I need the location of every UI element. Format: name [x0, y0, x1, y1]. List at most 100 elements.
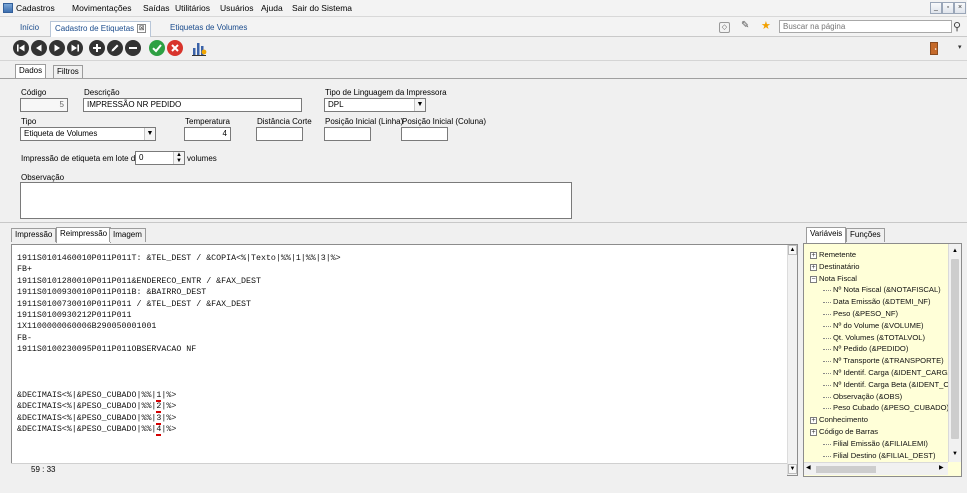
previous-record-icon[interactable] [31, 40, 47, 56]
distancia-field[interactable] [256, 127, 303, 141]
first-record-icon[interactable] [13, 40, 29, 56]
menu-usuarios[interactable]: Usuários [220, 3, 254, 13]
tree-variable-item[interactable]: Filial Emissão (&FILIALEMI) [833, 439, 928, 448]
code-line: 1X1100000060006B290050001001 [17, 322, 157, 332]
tree-variable-item[interactable]: Filial Destino (&FILIAL_DEST) [833, 451, 936, 460]
tree-group-item[interactable]: Destinatário [819, 262, 860, 271]
tree-group-item[interactable]: Conhecimento [819, 415, 868, 424]
menu-saidas[interactable]: Saídas [143, 3, 169, 13]
tab-dados[interactable]: Dados [15, 64, 47, 79]
tab-funcoes[interactable]: Funções [846, 228, 885, 242]
restore-button[interactable]: ▫ [942, 2, 954, 14]
last-record-icon[interactable] [67, 40, 83, 56]
tab-inicio[interactable]: Início [16, 21, 43, 37]
tree-expander-icon[interactable]: + [810, 252, 817, 259]
scroll-down-icon[interactable]: ▼ [788, 464, 797, 474]
tab-variaveis[interactable]: Variáveis [806, 227, 847, 243]
tree-group-item[interactable]: Nota Fiscal [819, 274, 857, 283]
tree-variable-item[interactable]: Nº do Volume (&VOLUME) [833, 321, 924, 330]
favorite-star-icon[interactable]: ★ [761, 19, 771, 32]
linguagem-select[interactable]: DPL ▼ [324, 98, 426, 112]
menu-ajuda[interactable]: Ajuda [261, 3, 283, 13]
pin-icon[interactable]: ✎ [741, 20, 749, 31]
code-line: 1911S0101280010P011P011&ENDERECO_ENTR / … [17, 276, 261, 286]
hscroll-thumb[interactable] [816, 466, 876, 473]
tab-cadastro-label: Cadastro de Etiquetas [55, 24, 135, 33]
variables-horizontal-scrollbar[interactable]: ◀ ▶ [804, 462, 948, 475]
next-record-icon[interactable] [49, 40, 65, 56]
tree-variable-item[interactable]: Qt. Volumes (&TOTALVOL) [833, 333, 925, 342]
tree-variable-item[interactable]: Nº Nota Fiscal (&NOTAFISCAL) [833, 285, 941, 294]
tab-impressao[interactable]: Impressão [11, 228, 57, 242]
tree-group-item[interactable]: Remetente [819, 250, 856, 259]
tree-connector [823, 385, 831, 386]
codigo-field[interactable]: 5 [20, 98, 68, 112]
temperatura-field[interactable]: 4 [184, 127, 231, 141]
exit-door-icon[interactable] [926, 40, 942, 56]
tab-reimpressao[interactable]: Reimpressão [56, 227, 112, 243]
code-line-decimal: &DECIMAIS<%|&PESO_CUBADO|%%|4|%> [17, 425, 177, 437]
tree-variable-item[interactable]: Peso Cubado (&PESO_CUBADO) [833, 403, 949, 412]
tree-variable-item[interactable]: Nº Pedido (&PEDIDO) [833, 344, 908, 353]
tree-expander-icon[interactable]: + [810, 264, 817, 271]
code-content[interactable]: 1911S0101460010P011P011T: &TEL_DEST / &C… [17, 253, 341, 437]
code-line: 1911S0100930212P011P011 [17, 311, 132, 321]
descricao-field[interactable]: IMPRESSÃO NR PEDIDO [83, 98, 302, 112]
chevron-down-icon: ▼ [414, 99, 425, 111]
scroll-left-icon[interactable]: ◀ [806, 464, 811, 471]
tree-expander-icon[interactable]: + [810, 429, 817, 436]
search-icon[interactable]: ⚲ [953, 20, 961, 33]
report-chart-icon[interactable] [191, 40, 207, 56]
tree-group-item[interactable]: Código de Barras [819, 427, 878, 436]
menu-movimentacoes[interactable]: Movimentações [72, 3, 132, 13]
scroll-down-icon[interactable]: ▼ [950, 449, 960, 459]
tab-imagem[interactable]: Imagem [109, 228, 146, 242]
scroll-right-icon[interactable]: ▶ [939, 464, 944, 471]
posicao-coluna-field[interactable] [401, 127, 448, 141]
spinner-arrows-icon[interactable]: ▲ ▼ [173, 152, 184, 164]
menu-utilitarios[interactable]: Utilitários [175, 3, 210, 13]
tree-expander-icon[interactable]: − [810, 276, 817, 283]
posicao-linha-field[interactable] [324, 127, 371, 141]
scroll-thumb[interactable] [951, 259, 959, 439]
lote-spinner[interactable]: 0 ▲ ▼ [135, 151, 185, 165]
scroll-up-icon[interactable]: ▲ [950, 246, 960, 256]
tab-filtros[interactable]: Filtros [53, 65, 83, 79]
tree-connector [823, 373, 831, 374]
tree-variable-item[interactable]: Nº Identif. Carga (&IDENT_CARGA [833, 368, 953, 377]
menu-bar: Cadastros Movimentações Saídas Utilitári… [0, 0, 967, 17]
minimize-button[interactable]: _ [930, 2, 942, 14]
app-icon [3, 3, 13, 13]
posicao-coluna-label: Posição Inicial (Coluna) [402, 117, 487, 126]
record-toolbar: ▾ [0, 37, 967, 61]
search-input[interactable] [779, 20, 952, 33]
tree-variable-item[interactable]: Nº Identif. Carga Beta (&IDENT_C [833, 380, 949, 389]
dropdown-icon[interactable]: ◇ [719, 22, 730, 33]
menu-cadastros[interactable]: Cadastros [16, 3, 55, 13]
tipo-select[interactable]: Etiqueta de Volumes ▼ [20, 127, 156, 141]
tab-cadastro-etiquetas[interactable]: Cadastro de Etiquetas ⊠ [50, 21, 152, 37]
delete-record-icon[interactable] [125, 40, 141, 56]
distancia-label: Distância Corte [257, 117, 312, 126]
tree-variable-item[interactable]: Peso (&PESO_NF) [833, 309, 898, 318]
tree-expander-icon[interactable]: + [810, 417, 817, 424]
tree-variable-item[interactable]: Observação (&OBS) [833, 392, 902, 401]
observacao-textarea[interactable] [20, 182, 572, 219]
scroll-up-icon[interactable]: ▲ [788, 245, 797, 255]
menu-sair[interactable]: Sair do Sistema [292, 3, 352, 13]
close-window-button[interactable]: × [954, 2, 966, 14]
tab-etiquetas-volumes[interactable]: Etiquetas de Volumes [166, 21, 251, 37]
variables-vertical-scrollbar[interactable]: ▲ ▼ [948, 244, 961, 462]
code-vertical-scrollbar[interactable]: ▲ ▼ [787, 245, 797, 475]
code-line: 1911S0100230095P011P011OBSERVACAO NF [17, 345, 197, 355]
confirm-icon[interactable] [149, 40, 165, 56]
tree-variable-item[interactable]: Data Emissão (&DTEMI_NF) [833, 297, 930, 306]
cancel-icon[interactable] [167, 40, 183, 56]
edit-record-icon[interactable] [107, 40, 123, 56]
toolbar-overflow-icon[interactable]: ▾ [958, 43, 962, 51]
tree-connector [823, 397, 831, 398]
posicao-linha-label: Posição Inicial (Linha) [325, 117, 404, 126]
add-record-icon[interactable] [89, 40, 105, 56]
tree-variable-item[interactable]: Nº Transporte (&TRANSPORTE) [833, 356, 944, 365]
tab-close-icon[interactable]: ⊠ [137, 24, 147, 34]
